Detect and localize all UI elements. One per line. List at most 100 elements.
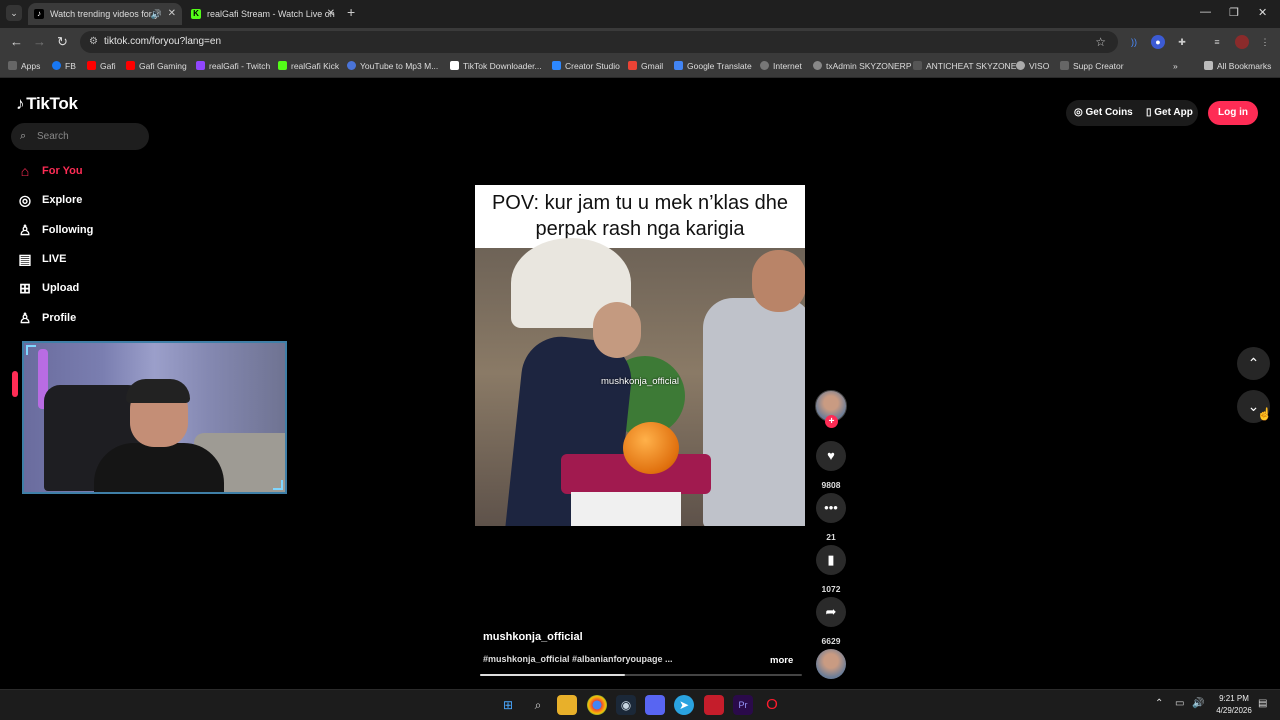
video-author[interactable]: mushkonja_official: [483, 631, 583, 643]
sidebar-item-explore[interactable]: ◎ Explore: [16, 190, 82, 210]
speaker-icon[interactable]: 🔊: [151, 3, 162, 25]
bookmark-item[interactable]: Internet: [760, 61, 802, 71]
tab-tiktok[interactable]: ♪ Watch trending videos for y 🔊 ✕: [28, 3, 182, 25]
facebook-icon: [52, 61, 61, 70]
menu-dots-icon[interactable]: ⋮: [1258, 35, 1272, 49]
system-clock[interactable]: 9:21 PM 4/29/2026: [1210, 693, 1258, 717]
bookmark-item[interactable]: Supp Creator: [1060, 61, 1124, 71]
apps-icon: [8, 61, 17, 70]
sidebar-item-profile[interactable]: ♙ Profile: [16, 308, 77, 328]
upload-plus-icon: ⊞: [19, 280, 31, 296]
bookmark-item[interactable]: FB: [52, 61, 76, 71]
forward-icon[interactable]: →: [33, 34, 46, 49]
reload-icon[interactable]: ↻: [57, 34, 68, 50]
video-hashtags[interactable]: #mushkonja_official #albanianforyoupage …: [483, 654, 673, 664]
notification-bell-icon[interactable]: ▤: [1258, 698, 1267, 709]
close-tab-icon[interactable]: ✕: [168, 3, 176, 25]
new-tab-icon[interactable]: +: [347, 4, 355, 20]
tiktok-note-icon: ♪: [16, 94, 25, 113]
search-input[interactable]: ⌕ Search: [11, 123, 149, 150]
bookmark-item[interactable]: txAdmin SKYZONERP: [813, 61, 912, 71]
video-watermark: mushkonja_official: [601, 376, 679, 387]
premiere-icon[interactable]: Pr: [733, 695, 753, 715]
share-button[interactable]: ➦ 6629: [812, 597, 850, 646]
telegram-icon[interactable]: ➤: [674, 695, 694, 715]
tab-search-icon[interactable]: ⌄: [6, 5, 22, 21]
minimize-icon[interactable]: —: [1200, 6, 1211, 18]
file-explorer-icon[interactable]: [557, 695, 577, 715]
bookmark-item[interactable]: Gafi: [87, 61, 116, 71]
globe-icon: [1016, 61, 1025, 70]
bookmark-item[interactable]: ANTICHEAT SKYZONE: [913, 61, 1016, 71]
profile-icon: ♙: [18, 310, 32, 326]
comment-button[interactable]: ••• 21: [812, 493, 850, 542]
app-icon[interactable]: [704, 695, 724, 715]
kick-icon: [278, 61, 287, 70]
save-count: 1072: [821, 584, 841, 594]
tab-kick[interactable]: K realGafi Stream - Watch Live on ✕: [185, 3, 341, 25]
bookmark-star-icon[interactable]: ☆: [1095, 31, 1106, 53]
extension-icon[interactable]: ●: [1151, 35, 1165, 49]
video-player[interactable]: POV: kur jam tu u mek n’klas dhe perpak …: [475, 185, 805, 526]
link-icon: [1060, 61, 1069, 70]
music-disc-avatar[interactable]: [816, 649, 846, 679]
download-icon: [347, 61, 356, 70]
youtube-icon: [126, 61, 135, 70]
bookmark-item[interactable]: Apps: [8, 61, 40, 71]
bookmark-item[interactable]: All Bookmarks: [1204, 61, 1271, 71]
login-button[interactable]: Log in: [1208, 101, 1258, 125]
avatar[interactable]: [1235, 35, 1249, 49]
bookmark-item[interactable]: TikTok Downloader...: [450, 61, 542, 71]
tiktok-logo[interactable]: ♪ TikTok: [16, 94, 78, 114]
site-info-icon[interactable]: ⚙: [89, 31, 98, 53]
creator-avatar-button[interactable]: +: [812, 390, 850, 428]
coin-icon: ◎: [1074, 107, 1086, 118]
sidebar-item-following[interactable]: ♙ Following: [16, 220, 94, 240]
search-icon[interactable]: ⌕: [528, 695, 548, 715]
media-icon[interactable]: ≡: [1210, 35, 1224, 49]
more-bookmarks-icon[interactable]: »: [1173, 61, 1178, 71]
bookmark-item[interactable]: Gafi Gaming: [126, 61, 187, 71]
get-app-button[interactable]: ▯ Get App: [1146, 101, 1193, 125]
network-icon[interactable]: ▭: [1175, 698, 1184, 709]
sidebar-item-live[interactable]: ▤ LIVE: [16, 249, 66, 269]
shield-icon: [913, 61, 922, 70]
windows-taskbar: ⊞ ⌕ ◉ ➤ Pr O ⌃ ▭ 🔊 9:21 PM 4/29/2026 ▤: [0, 689, 1280, 720]
address-bar[interactable]: ⚙ tiktok.com/foryou?lang=en ☆: [80, 31, 1118, 53]
previous-video-button[interactable]: ⌃: [1237, 347, 1270, 380]
bookmark-item[interactable]: realGafi - Twitch: [196, 61, 270, 71]
more-button[interactable]: more: [770, 655, 793, 666]
bookmark-item[interactable]: Creator Studio: [552, 61, 620, 71]
video-progress-bar[interactable]: [480, 674, 802, 676]
sidebar-item-upload[interactable]: ⊞ Upload: [16, 278, 79, 298]
back-icon[interactable]: ←: [10, 34, 23, 49]
close-window-icon[interactable]: ✕: [1258, 6, 1267, 19]
bookmark-item[interactable]: YouTube to Mp3 M...: [347, 61, 438, 71]
steam-icon[interactable]: ◉: [616, 695, 636, 715]
windows-start-icon[interactable]: ⊞: [498, 695, 518, 715]
like-button[interactable]: ♥ 9808: [812, 441, 850, 490]
bookmark-item[interactable]: Google Translate: [674, 61, 752, 71]
globe-icon: [813, 61, 822, 70]
opera-icon[interactable]: O: [762, 695, 782, 715]
bookmark-item[interactable]: realGafi Kick: [278, 61, 339, 71]
discord-icon[interactable]: [645, 695, 665, 715]
chrome-icon[interactable]: [587, 695, 607, 715]
tiktok-icon: [450, 61, 459, 70]
browser-tab-bar: ⌄ ♪ Watch trending videos for y 🔊 ✕ K re…: [0, 0, 1280, 28]
sidebar-red-tab: [12, 371, 18, 397]
sidebar-item-for-you[interactable]: ⌂ For You: [16, 161, 83, 181]
get-coins-button[interactable]: ◎ Get Coins: [1074, 101, 1133, 125]
follow-plus-icon[interactable]: +: [825, 415, 838, 428]
puzzle-icon[interactable]: ✚: [1175, 35, 1189, 49]
extension-icon[interactable]: )): [1127, 35, 1141, 49]
volume-icon[interactable]: 🔊: [1192, 698, 1204, 709]
bookmark-item[interactable]: Gmail: [628, 61, 663, 71]
close-tab-icon[interactable]: ✕: [327, 3, 335, 25]
save-button[interactable]: ▮ 1072: [812, 545, 850, 594]
tray-chevron-icon[interactable]: ⌃: [1155, 698, 1163, 709]
restore-icon[interactable]: ❐: [1229, 6, 1239, 19]
bookmark-item[interactable]: VISO: [1016, 61, 1049, 71]
youtube-icon: [87, 61, 96, 70]
translate-icon: [674, 61, 683, 70]
